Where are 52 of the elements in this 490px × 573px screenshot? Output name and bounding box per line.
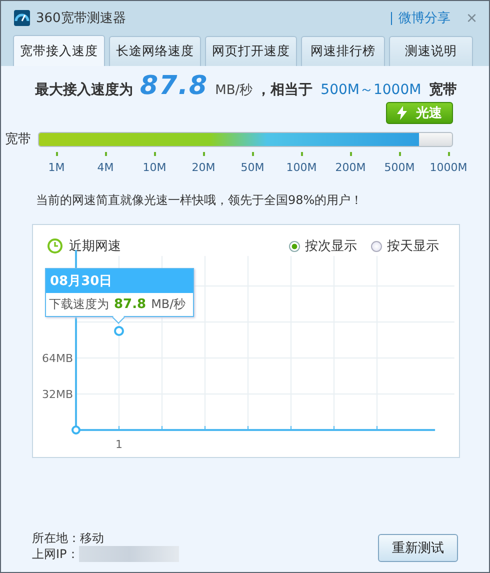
- result-label: 最大接入速度为: [35, 81, 133, 99]
- radio-button[interactable]: [289, 240, 300, 252]
- scale-label: 4M: [97, 161, 114, 174]
- speed-badge: 光速: [386, 102, 453, 124]
- scale-label: 1000M: [430, 161, 468, 174]
- scale-label: 10M: [142, 161, 166, 174]
- display-option[interactable]: 按天显示: [371, 237, 439, 255]
- origin-point: [72, 426, 80, 434]
- speedometer-icon: [14, 10, 30, 26]
- tab[interactable]: 宽带接入速度: [13, 35, 105, 66]
- scale-label: 20M: [192, 161, 216, 174]
- equivalent-label: ，相当于: [256, 81, 313, 99]
- scale-tick: [448, 152, 450, 156]
- y-tick-label: 32MB: [42, 388, 73, 401]
- tab[interactable]: 长途网络速度: [109, 36, 201, 66]
- scale-tick: [252, 152, 254, 156]
- scale-tick: [104, 152, 106, 156]
- scale-label: 500M: [384, 161, 415, 174]
- retest-button[interactable]: 重新测试: [378, 534, 458, 562]
- tab[interactable]: 测速说明: [389, 36, 473, 66]
- scale-label: 50M: [240, 161, 264, 174]
- data-point[interactable]: [114, 326, 124, 336]
- speed-message: 当前的网速简直就像光速一样快哦，领先于全国98%的用户！: [36, 192, 364, 208]
- tab[interactable]: 网页打开速度: [205, 36, 297, 66]
- scale-tick: [398, 152, 400, 156]
- bandwidth-range: 500M～1000M: [320, 81, 422, 99]
- speed-value: 87.8: [140, 76, 208, 96]
- display-option[interactable]: 按次显示: [289, 237, 357, 255]
- tooltip-unit: MB/秒: [151, 296, 186, 313]
- scale-label: 200M: [335, 161, 366, 174]
- y-tick-label: 64MB: [42, 352, 73, 365]
- bar-label: 宽带: [5, 131, 32, 148]
- tooltip-date: 08月30日: [46, 269, 193, 293]
- scale-tick: [202, 152, 204, 156]
- scale-label: 1M: [48, 161, 65, 174]
- lightning-icon: [397, 106, 407, 120]
- radio-button[interactable]: [371, 240, 382, 252]
- scale-label: 100M: [286, 161, 317, 174]
- bandwidth-label: 宽带: [429, 81, 458, 99]
- scale-tick: [154, 152, 156, 156]
- ip-label: 上网IP：: [32, 546, 79, 562]
- location-text: 所在地：移动: [32, 531, 105, 546]
- speed-unit: MB/秒: [215, 82, 253, 99]
- scale-tick: [56, 152, 58, 156]
- window-title: 360宽带测速器: [36, 10, 126, 27]
- tooltip-label: 下载速度为: [49, 296, 109, 313]
- x-tick-label: 1: [116, 438, 122, 451]
- scale-tick: [350, 152, 352, 156]
- scale-tick: [300, 152, 302, 156]
- tooltip-value: 87.8: [114, 297, 146, 312]
- clock-icon: [47, 238, 63, 254]
- tab[interactable]: 网速排行榜: [301, 36, 385, 66]
